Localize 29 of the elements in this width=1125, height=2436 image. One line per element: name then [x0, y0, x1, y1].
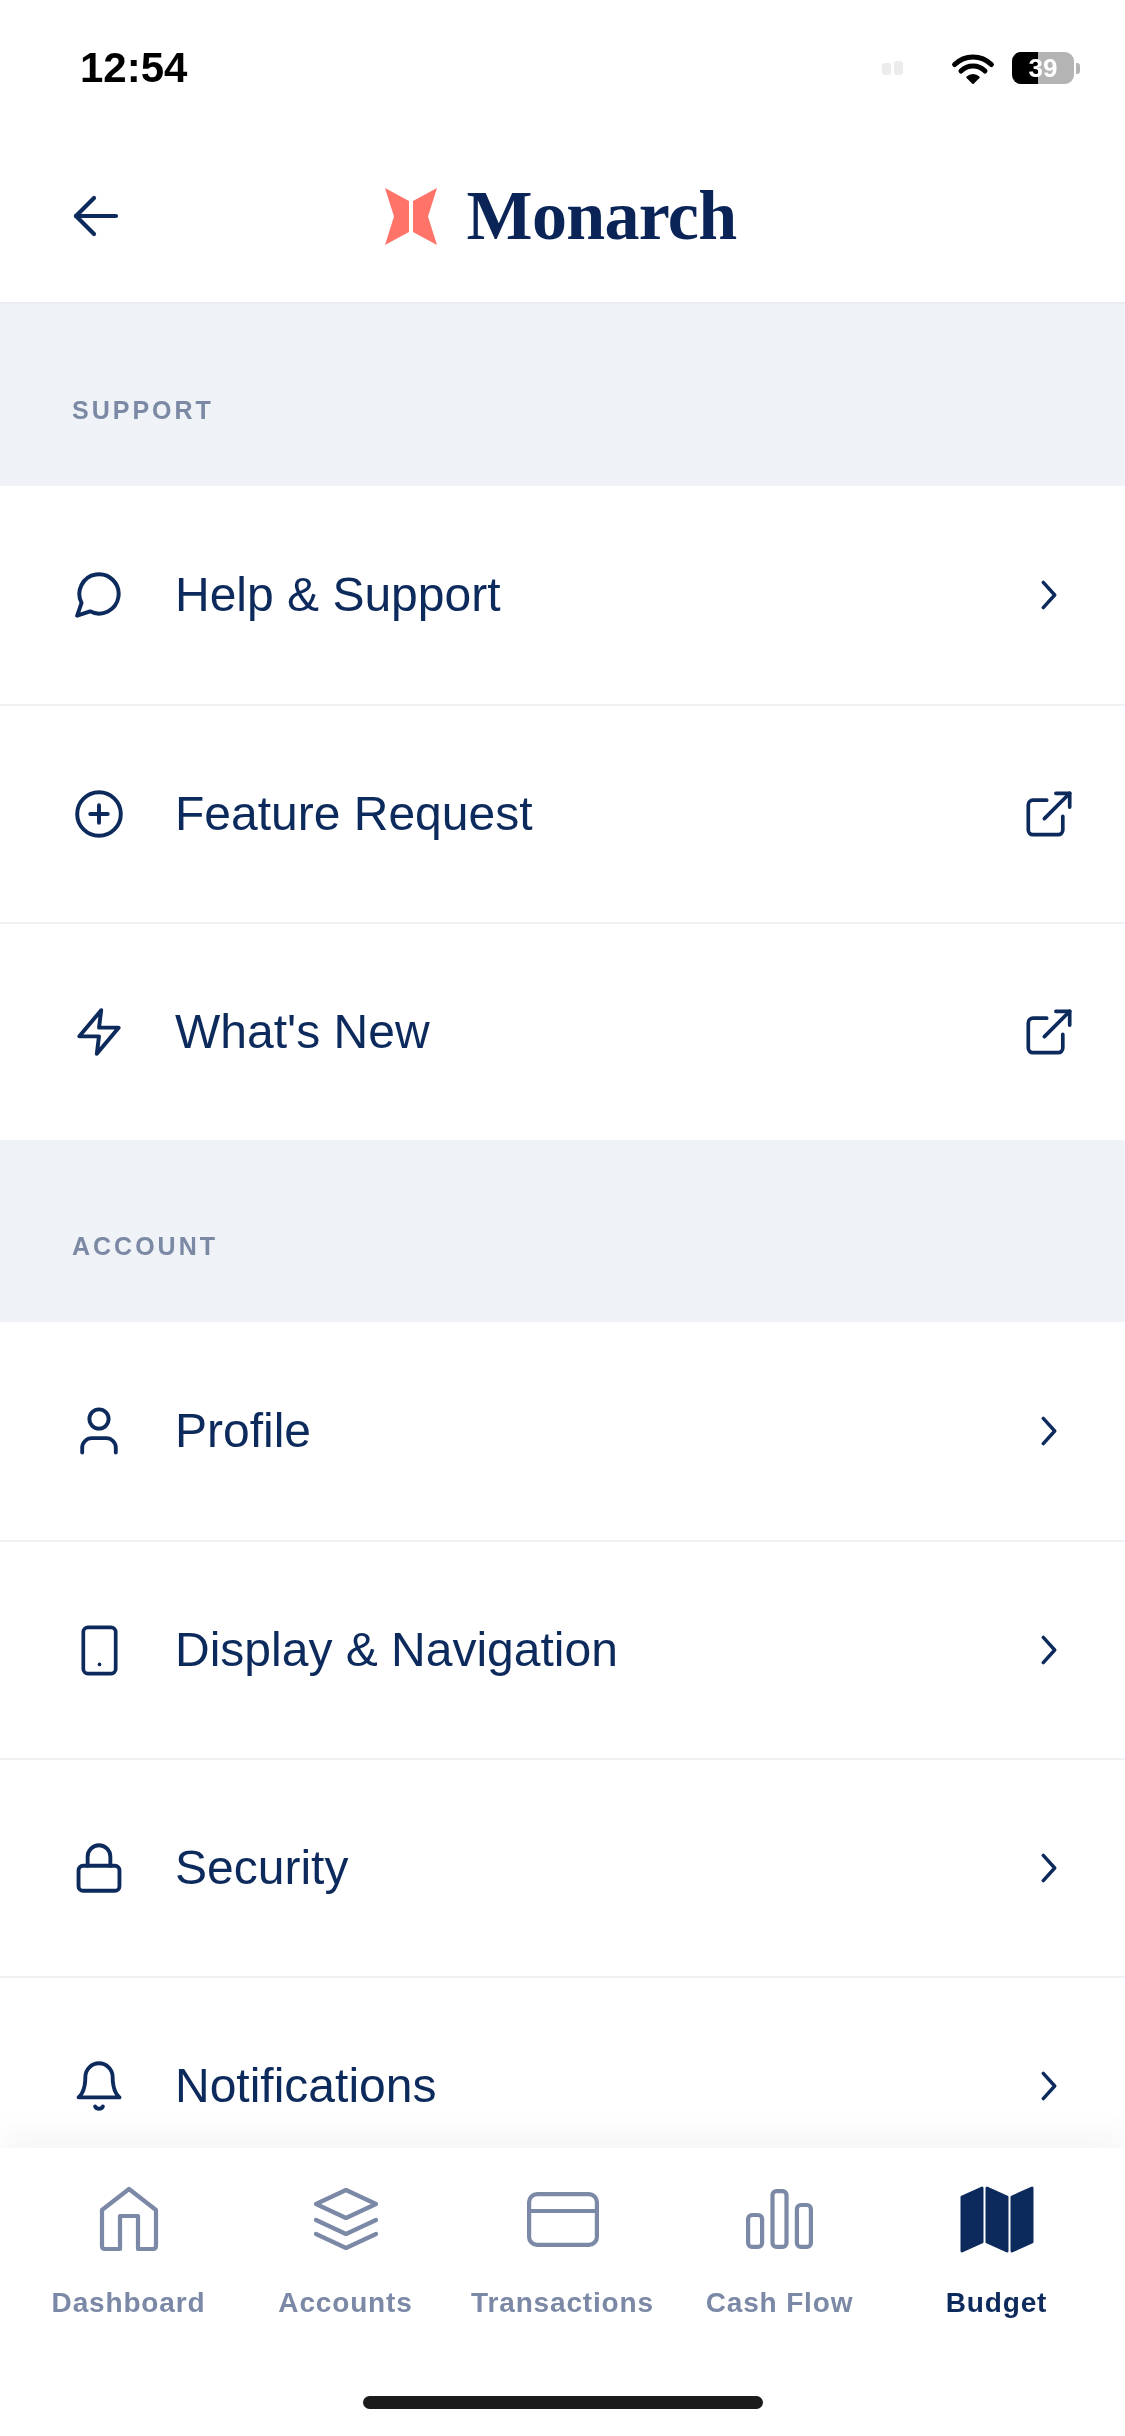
- chevron-right-icon: [1041, 1853, 1057, 1883]
- logo-wordmark: Monarch: [466, 181, 737, 251]
- tablet-icon: [80, 1624, 118, 1676]
- layers-icon: [312, 2187, 379, 2251]
- chat-bubble-icon: [75, 572, 123, 618]
- external-link-icon: [1026, 791, 1072, 837]
- lightning-bolt-icon: [77, 1008, 121, 1056]
- folded-map-icon: [959, 2185, 1034, 2253]
- status-time: 12:54: [80, 47, 188, 89]
- section-title: SUPPORT: [72, 397, 214, 423]
- section-title: ACCOUNT: [72, 1233, 218, 1259]
- chevron-right-icon: [1041, 1416, 1057, 1446]
- chevron-right-icon: [1041, 2071, 1057, 2101]
- bell-icon: [76, 2061, 122, 2111]
- user-icon: [79, 1407, 119, 1455]
- tab-bar-item[interactable]: Budget: [888, 2178, 1105, 2323]
- chevron-right-icon: [1041, 1635, 1057, 1665]
- bar-chart-icon: [746, 2189, 813, 2249]
- external-link-icon: [1026, 1009, 1072, 1055]
- butterfly-logo-icon: [384, 187, 437, 245]
- tab-bar-item[interactable]: Dashboard: [20, 2178, 237, 2323]
- chevron-right-icon: [1041, 580, 1057, 610]
- tab-bar-item[interactable]: Transactions: [454, 2178, 671, 2323]
- lock-icon: [76, 1843, 122, 1893]
- plus-circle-icon: [75, 790, 123, 838]
- credit-card-icon: [526, 2191, 599, 2247]
- tab-bar-item[interactable]: Accounts: [237, 2178, 454, 2323]
- house-icon: [98, 2186, 159, 2252]
- tab-bar-item[interactable]: Cash Flow: [671, 2178, 888, 2323]
